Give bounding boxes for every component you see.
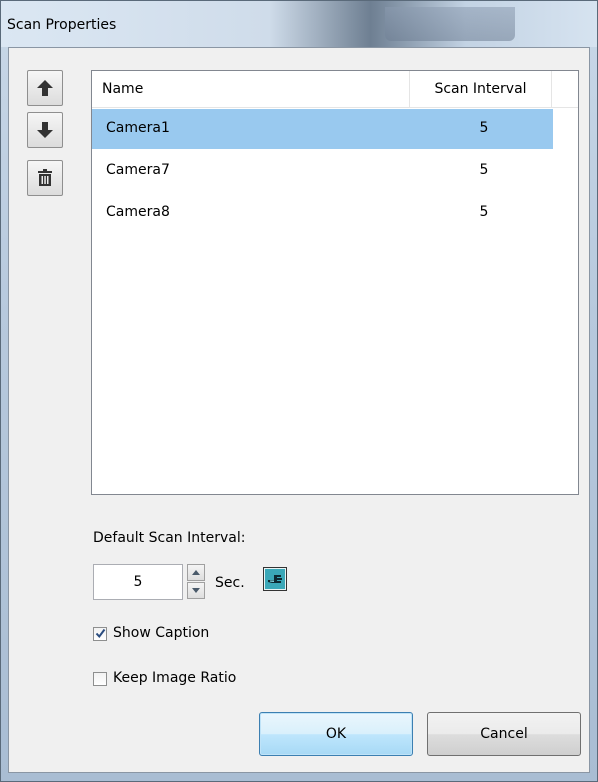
pointing-hand-icon — [265, 569, 285, 589]
keep-image-ratio-label[interactable]: Keep Image Ratio — [113, 670, 236, 686]
delete-button[interactable] — [27, 160, 63, 196]
seconds-unit-label: Sec. — [215, 575, 245, 591]
list-header: Name Scan Interval — [92, 71, 578, 108]
keep-image-ratio-checkbox[interactable] — [93, 672, 107, 686]
camera-interval: 5 — [479, 162, 489, 178]
show-caption-checkbox[interactable] — [93, 627, 107, 641]
window-controls — [385, 7, 515, 41]
move-down-button[interactable] — [27, 112, 63, 148]
caret-up-icon — [192, 570, 200, 575]
camera-interval: 5 — [479, 204, 489, 220]
interval-stepper[interactable] — [187, 564, 205, 600]
stepper-up-button[interactable] — [187, 564, 205, 581]
apply-interval-button[interactable] — [263, 567, 287, 591]
ok-button[interactable]: OK — [259, 712, 413, 756]
trash-icon — [38, 169, 52, 186]
column-header-name[interactable]: Name — [92, 71, 410, 107]
list-item[interactable]: Camera8 5 — [92, 193, 553, 233]
caret-down-icon — [192, 588, 200, 593]
camera-list[interactable]: Name Scan Interval Camera1 5 Camera7 5 C… — [91, 70, 579, 495]
checkmark-icon — [95, 628, 106, 639]
show-caption-label[interactable]: Show Caption — [113, 625, 209, 641]
default-scan-interval-input[interactable]: 5 — [93, 564, 183, 600]
arrow-down-icon — [37, 122, 53, 138]
stepper-down-button[interactable] — [187, 582, 205, 599]
default-scan-interval-label: Default Scan Interval: — [93, 530, 246, 546]
move-up-button[interactable] — [27, 70, 63, 106]
camera-interval: 5 — [479, 120, 489, 136]
list-item[interactable]: Camera7 5 — [92, 151, 553, 191]
camera-name: Camera7 — [106, 162, 170, 178]
dialog-body: Name Scan Interval Camera1 5 Camera7 5 C… — [8, 47, 590, 773]
cancel-button[interactable]: Cancel — [427, 712, 581, 756]
column-header-scan-interval[interactable]: Scan Interval — [410, 71, 552, 107]
arrow-up-icon — [37, 80, 53, 96]
window-title: Scan Properties — [7, 17, 117, 33]
camera-name: Camera8 — [106, 204, 170, 220]
scan-properties-dialog: Scan Properties Name Scan Interval Camer… — [0, 0, 598, 782]
title-bar[interactable]: Scan Properties — [1, 1, 597, 47]
list-item[interactable]: Camera1 5 — [92, 109, 553, 149]
camera-name: Camera1 — [106, 120, 170, 136]
